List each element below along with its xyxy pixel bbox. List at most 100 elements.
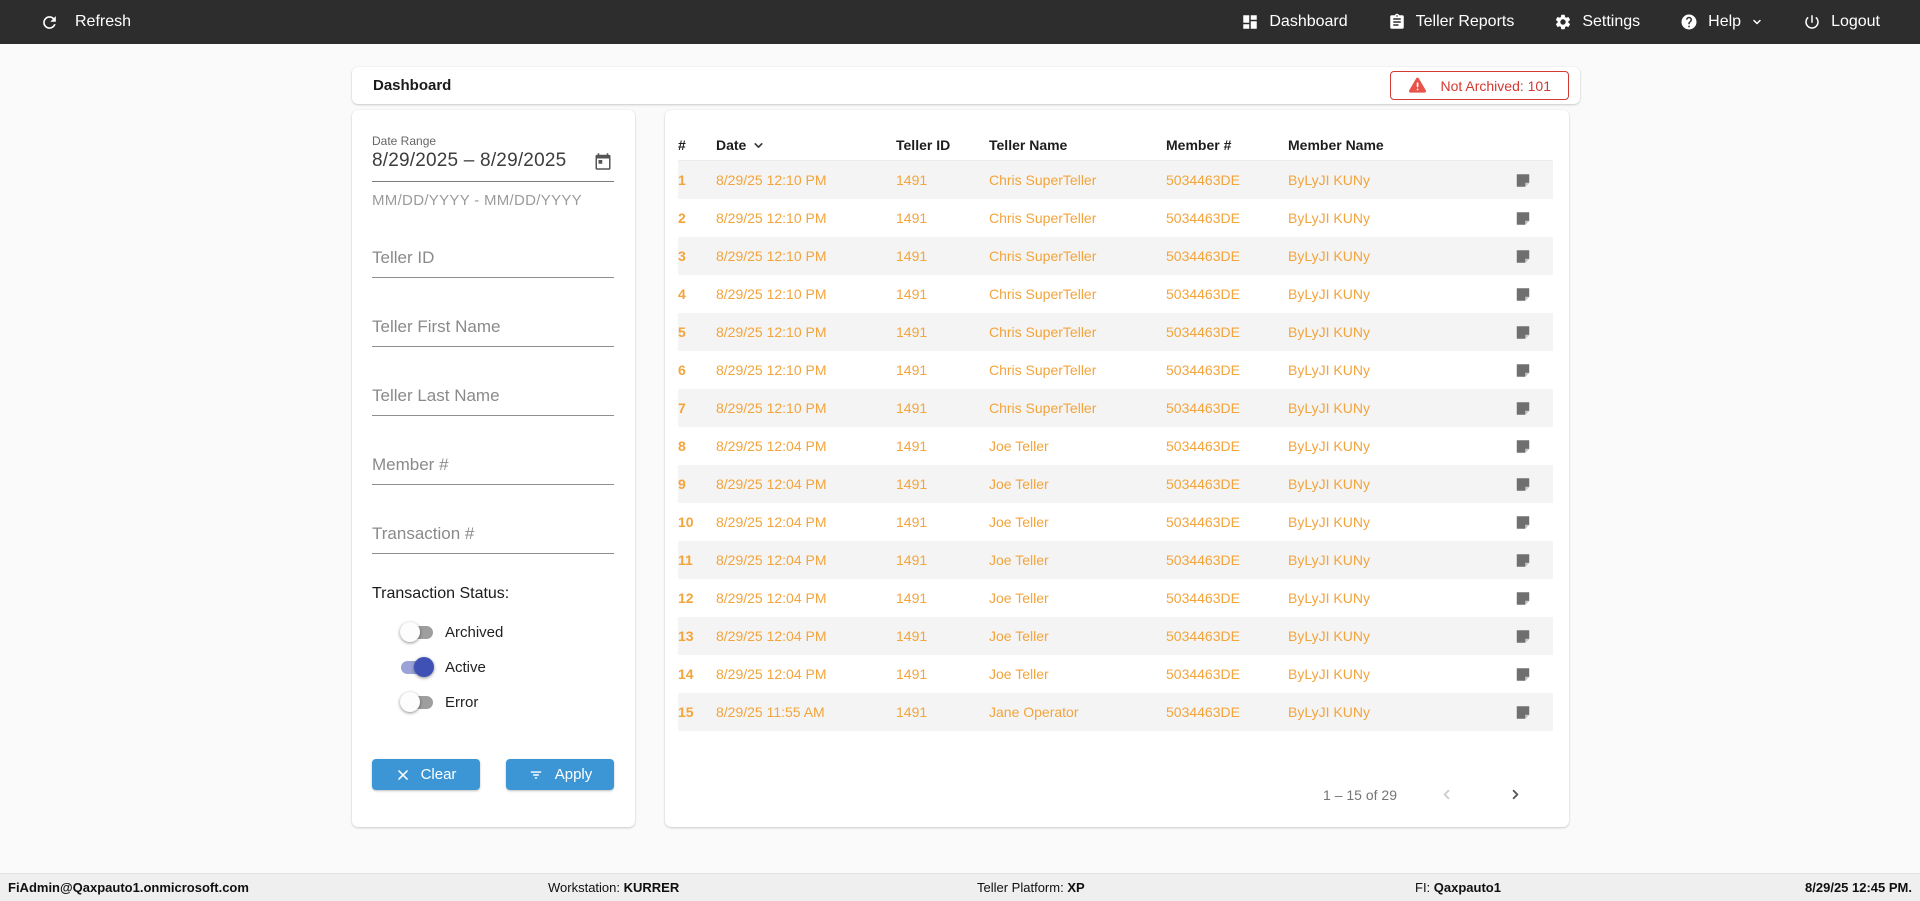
table-row[interactable]: 2 8/29/25 12:10 PM 1491 Chris SuperTeller 50…: [678, 199, 1553, 237]
cell-teller-id: 1491: [896, 552, 928, 568]
filter-input-teller-first-name[interactable]: Teller First Name: [372, 317, 614, 347]
filter-input-teller-id[interactable]: Teller ID: [372, 248, 614, 278]
toggle-active[interactable]: Active: [400, 657, 614, 677]
table-row[interactable]: 7 8/29/25 12:10 PM 1491 Chris SuperTeller 50…: [678, 389, 1553, 427]
cell-member-number: 5034463DE: [1166, 362, 1240, 378]
cell-member-name: ByLyJI KUNy: [1288, 476, 1370, 492]
pagination-next-icon[interactable]: [1496, 783, 1535, 806]
toggle-switch-icon[interactable]: [400, 657, 434, 677]
cell-member-number: 5034463DE: [1166, 438, 1240, 454]
filter-input-teller-last-name[interactable]: Teller Last Name: [372, 386, 614, 416]
cell-member-number: 5034463DE: [1166, 172, 1240, 188]
cell-date: 8/29/25 12:04 PM: [716, 476, 827, 492]
note-icon[interactable]: [1493, 400, 1553, 417]
pagination-prev-icon[interactable]: [1427, 783, 1466, 806]
note-icon[interactable]: [1493, 172, 1553, 189]
not-archived-badge[interactable]: Not Archived: 101: [1390, 71, 1569, 100]
toggle-switch-icon[interactable]: [400, 622, 434, 642]
cell-member-number: 5034463DE: [1166, 210, 1240, 226]
table-row[interactable]: 13 8/29/25 12:04 PM 1491 Joe Teller 5034463D…: [678, 617, 1553, 655]
cell-member-number: 5034463DE: [1166, 476, 1240, 492]
note-icon[interactable]: [1493, 362, 1553, 379]
note-icon[interactable]: [1493, 324, 1553, 341]
workstation-info: Workstation: KURRER: [548, 880, 680, 895]
column-header-member-name[interactable]: Member Name: [1288, 137, 1493, 153]
cell-row-number: 1: [678, 172, 686, 188]
note-icon[interactable]: [1493, 286, 1553, 303]
cell-teller-id: 1491: [896, 248, 928, 264]
refresh-button[interactable]: Refresh: [40, 13, 131, 32]
note-icon[interactable]: [1493, 704, 1553, 721]
cell-teller-name: Chris SuperTeller: [989, 324, 1097, 340]
table-row[interactable]: 12 8/29/25 12:04 PM 1491 Joe Teller 5034463D…: [678, 579, 1553, 617]
note-icon[interactable]: [1493, 248, 1553, 265]
calendar-icon[interactable]: [594, 152, 612, 171]
cell-teller-id: 1491: [896, 400, 928, 416]
table-row[interactable]: 6 8/29/25 12:10 PM 1491 Chris SuperTeller 50…: [678, 351, 1553, 389]
dashboard-icon: [1241, 13, 1259, 31]
cell-teller-id: 1491: [896, 210, 928, 226]
table-row[interactable]: 15 8/29/25 11:55 AM 1491 Jane Operator 50344…: [678, 693, 1553, 731]
toggle-archived[interactable]: Archived: [400, 622, 614, 642]
cell-member-name: ByLyJI KUNy: [1288, 514, 1370, 530]
column-header-number[interactable]: #: [678, 137, 716, 153]
cell-teller-id: 1491: [896, 438, 928, 454]
apply-button[interactable]: Apply: [506, 759, 614, 790]
note-icon[interactable]: [1493, 628, 1553, 645]
cell-row-number: 2: [678, 210, 686, 226]
nav-item-dashboard[interactable]: Dashboard: [1241, 13, 1348, 31]
date-range-input[interactable]: 8/29/2025 – 8/29/2025: [372, 148, 614, 182]
date-range-value: 8/29/2025 – 8/29/2025: [372, 150, 567, 171]
note-icon[interactable]: [1493, 552, 1553, 569]
page-title: Dashboard: [373, 77, 452, 94]
table-row[interactable]: 11 8/29/25 12:04 PM 1491 Joe Teller 5034463D…: [678, 541, 1553, 579]
cell-date: 8/29/25 12:10 PM: [716, 210, 827, 226]
table-row[interactable]: 8 8/29/25 12:04 PM 1491 Joe Teller 5034463DE…: [678, 427, 1553, 465]
column-header-teller-id[interactable]: Teller ID: [896, 137, 989, 153]
table-row[interactable]: 1 8/29/25 12:10 PM 1491 Chris SuperTeller 50…: [678, 161, 1553, 199]
cell-member-number: 5034463DE: [1166, 590, 1240, 606]
note-icon[interactable]: [1493, 210, 1553, 227]
note-icon[interactable]: [1493, 514, 1553, 531]
cell-date: 8/29/25 12:10 PM: [716, 172, 827, 188]
cell-member-number: 5034463DE: [1166, 248, 1240, 264]
table-row[interactable]: 9 8/29/25 12:04 PM 1491 Joe Teller 5034463DE…: [678, 465, 1553, 503]
cell-teller-id: 1491: [896, 362, 928, 378]
cell-member-number: 5034463DE: [1166, 514, 1240, 530]
toggle-switch-icon[interactable]: [400, 692, 434, 712]
cell-teller-name: Joe Teller: [989, 590, 1049, 606]
cell-member-name: ByLyJI KUNy: [1288, 324, 1370, 340]
filter-input-member[interactable]: Member #: [372, 455, 614, 485]
nav-item-settings[interactable]: Settings: [1554, 13, 1640, 31]
toggle-error[interactable]: Error: [400, 692, 614, 712]
cell-teller-id: 1491: [896, 590, 928, 606]
table-row[interactable]: 5 8/29/25 12:10 PM 1491 Chris SuperTeller 50…: [678, 313, 1553, 351]
note-icon[interactable]: [1493, 590, 1553, 607]
clear-x-icon: [396, 768, 410, 782]
clear-button[interactable]: Clear: [372, 759, 480, 790]
nav-item-help[interactable]: Help: [1680, 13, 1763, 31]
filter-fields: Teller ID Teller First Name Teller Last Na…: [372, 248, 614, 554]
pagination-range-label: 1 – 15 of 29: [1323, 786, 1397, 803]
transaction-status-toggles: Archived Active Error: [400, 622, 614, 712]
table-row[interactable]: 10 8/29/25 12:04 PM 1491 Joe Teller 5034463D…: [678, 503, 1553, 541]
column-header-member-number[interactable]: Member #: [1166, 137, 1288, 153]
cell-member-name: ByLyJI KUNy: [1288, 666, 1370, 682]
table-row[interactable]: 3 8/29/25 12:10 PM 1491 Chris SuperTeller 50…: [678, 237, 1553, 275]
toggle-label: Active: [445, 658, 486, 676]
nav-item-teller-reports[interactable]: Teller Reports: [1388, 13, 1514, 31]
column-header-date[interactable]: Date: [716, 137, 896, 153]
column-header-teller-name[interactable]: Teller Name: [989, 137, 1166, 153]
cell-member-number: 5034463DE: [1166, 286, 1240, 302]
filter-input-transaction[interactable]: Transaction #: [372, 524, 614, 554]
table-row[interactable]: 4 8/29/25 12:10 PM 1491 Chris SuperTeller 50…: [678, 275, 1553, 313]
nav-item-logout[interactable]: Logout: [1803, 13, 1880, 31]
table-row[interactable]: 14 8/29/25 12:04 PM 1491 Joe Teller 5034463D…: [678, 655, 1553, 693]
note-icon[interactable]: [1493, 438, 1553, 455]
note-icon[interactable]: [1493, 666, 1553, 683]
cell-teller-name: Joe Teller: [989, 552, 1049, 568]
cell-date: 8/29/25 11:55 AM: [716, 704, 825, 720]
cell-member-name: ByLyJI KUNy: [1288, 248, 1370, 264]
note-icon[interactable]: [1493, 476, 1553, 493]
cell-row-number: 5: [678, 324, 686, 340]
